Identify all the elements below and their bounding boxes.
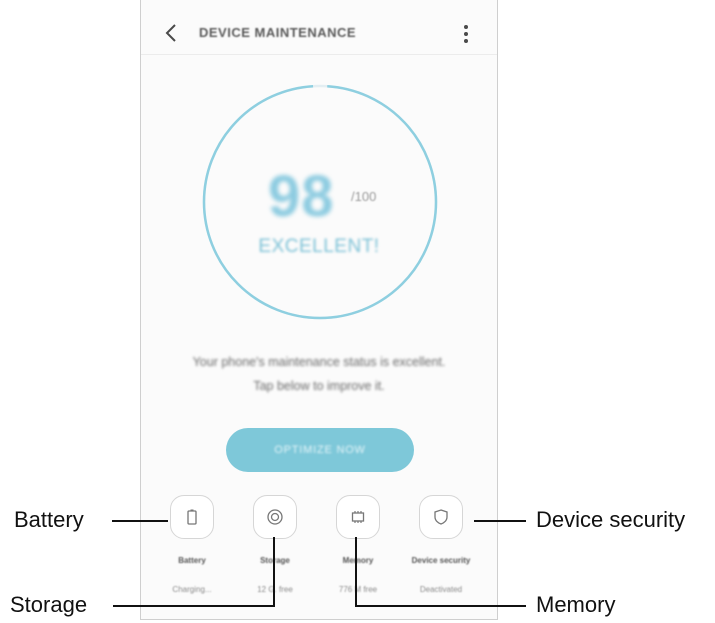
storage-tile-label: Storage — [235, 556, 315, 565]
device-security-tile-status: Deactivated — [419, 585, 463, 594]
score-value: 98 — [268, 164, 335, 229]
status-message-line2: Tap below to improve it. — [253, 379, 385, 393]
memory-tile-button[interactable] — [336, 495, 380, 539]
optimize-now-label: OPTIMIZE NOW — [274, 444, 366, 456]
device-security-tile-button[interactable] — [419, 495, 463, 539]
app-bar: DEVICE MAINTENANCE — [141, 14, 497, 54]
device-security-callout-line — [474, 520, 526, 522]
battery-icon — [187, 509, 197, 525]
battery-callout-line — [112, 520, 168, 522]
app-bar-divider — [141, 54, 497, 55]
page-title: DEVICE MAINTENANCE — [199, 25, 357, 40]
storage-icon — [267, 509, 283, 525]
memory-callout: Memory — [536, 592, 616, 617]
device-security-callout: Device security — [536, 507, 686, 532]
shield-icon — [434, 509, 448, 525]
battery-tile-status: Charging... — [172, 585, 212, 594]
battery-tile-button[interactable] — [170, 495, 214, 539]
memory-tile-label: Memory — [342, 556, 374, 565]
status-message: Your phone's maintenance status is excel… — [141, 350, 497, 398]
battery-tile-label: Battery — [178, 556, 206, 565]
more-vertical-icon[interactable] — [459, 21, 473, 47]
memory-chip-icon — [351, 511, 365, 523]
storage-callout-line-h — [113, 605, 274, 607]
memory-callout-line-h — [356, 605, 526, 607]
optimize-now-button[interactable]: OPTIMIZE NOW — [226, 428, 414, 472]
chevron-left-icon[interactable] — [161, 20, 183, 46]
storage-tile-button[interactable] — [253, 495, 297, 539]
device-maintenance-screen: DEVICE MAINTENANCE 98 /100 EXCELLENT! Yo… — [140, 0, 498, 620]
storage-callout: Storage — [10, 592, 88, 617]
status-text: EXCELLENT! — [258, 236, 380, 257]
storage-callout-line-v — [273, 537, 275, 607]
battery-callout: Battery — [14, 507, 84, 532]
memory-callout-line-v — [355, 537, 357, 607]
status-message-line1: Your phone's maintenance status is excel… — [192, 355, 446, 369]
memory-tile-status: 776 M free — [338, 585, 378, 594]
storage-tile-status: 12 G. free — [257, 585, 293, 594]
device-security-tile-label: Device security — [411, 556, 471, 565]
score-max: /100 — [351, 189, 377, 204]
